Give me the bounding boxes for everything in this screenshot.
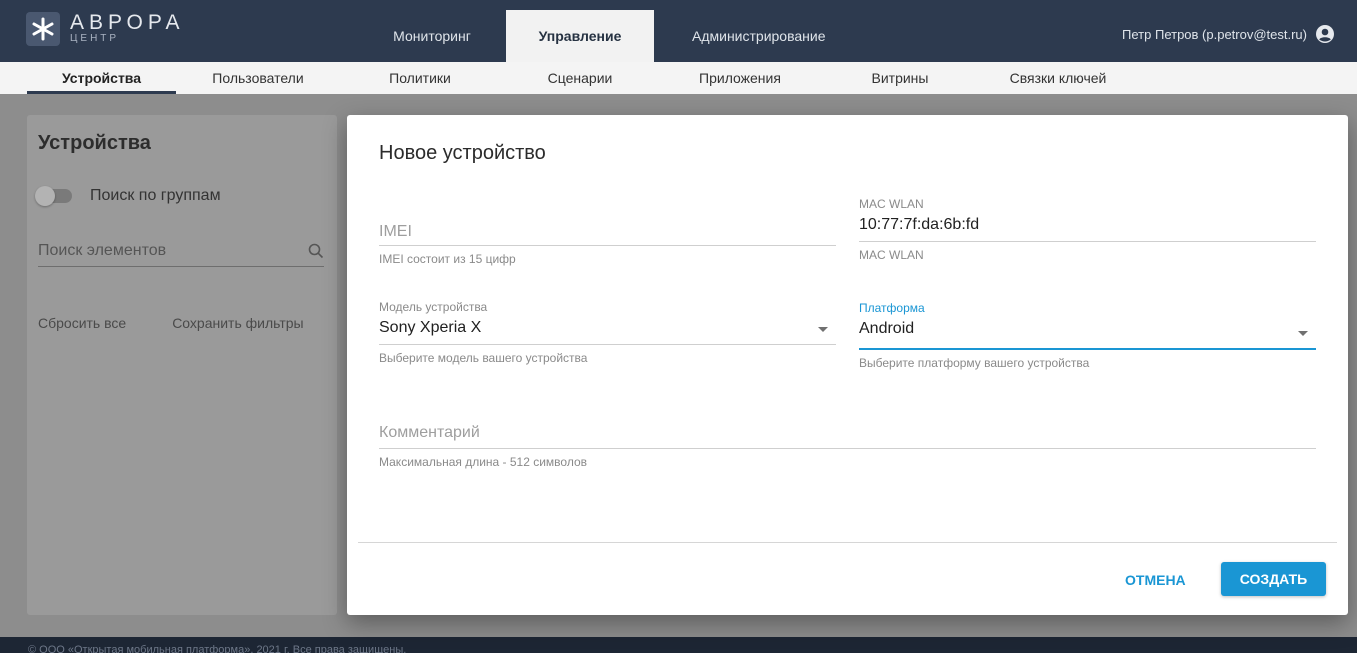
main-tabs: Мониторинг Управление Администрирование [358,10,846,62]
mac-wlan-label: MAC WLAN [859,197,924,211]
imei-field[interactable]: IMEI IMEI состоит из 15 цифр [379,219,836,266]
subnav-applications[interactable]: Приложения [670,62,810,94]
dialog-title: Новое устройство [379,142,546,164]
subnav-scenarios[interactable]: Сценарии [510,62,650,94]
comment-placeholder: Комментарий [379,424,480,441]
cancel-button[interactable]: ОТМЕНА [1117,564,1194,596]
group-search-toggle[interactable]: Поиск по группам [35,186,221,206]
search-input[interactable]: Поиск элементов [38,235,324,267]
footer: © ООО «Открытая мобильная платформа», 20… [0,637,1357,653]
device-model-hint: Выберите модель вашего устройства [379,351,588,365]
logo-subtitle: ЦЕНТР [70,33,120,44]
platform-hint: Выберите платформу вашего устройства [859,356,1090,370]
chevron-down-icon [1298,331,1308,336]
subnav-showcases[interactable]: Витрины [830,62,970,94]
platform-select[interactable]: Платформа Android Выберите платформу ваш… [859,301,1316,370]
user-name: Петр Петров (p.petrov@test.ru) [1122,26,1307,42]
logo-title: АВРОРА [70,11,185,34]
search-icon [308,243,324,258]
save-filters-button[interactable]: Сохранить фильтры [172,315,303,331]
subnav-users[interactable]: Пользователи [188,62,328,94]
tab-monitoring[interactable]: Мониторинг [358,10,506,62]
comment-field[interactable]: Комментарий Максимальная длина - 512 сим… [379,418,1316,469]
tab-management[interactable]: Управление [506,10,654,62]
search-placeholder: Поиск элементов [38,241,167,259]
imei-placeholder: IMEI [379,223,412,240]
platform-label: Платформа [859,301,925,315]
reset-all-button[interactable]: Сбросить все [38,315,126,331]
toggle-switch[interactable] [35,186,72,206]
device-model-label: Модель устройства [379,300,488,314]
create-button[interactable]: СОЗДАТЬ [1221,562,1326,596]
mac-wlan-field[interactable]: MAC WLAN 10:77:7f:da:6b:fd MAC WLAN [859,197,1316,262]
imei-hint: IMEI состоит из 15 цифр [379,252,516,266]
comment-hint: Максимальная длина - 512 символов [379,455,588,469]
mac-wlan-hint: MAC WLAN [859,248,924,262]
sub-navigation: Устройства Пользователи Политики Сценари… [0,62,1357,94]
panel-title: Устройства [38,132,151,154]
filters-panel: Устройства Поиск по группам Поиск элемен… [27,115,337,615]
toggle-label: Поиск по группам [90,187,221,204]
new-device-dialog: Новое устройство IMEI IMEI состоит из 15… [347,115,1348,615]
device-model-select[interactable]: Модель устройства Sony Xperia X Выберите… [379,300,836,365]
account-icon [1316,25,1334,43]
device-model-value: Sony Xperia X [379,319,482,336]
subnav-keychains[interactable]: Связки ключей [988,62,1128,94]
tab-administration[interactable]: Администрирование [654,10,846,62]
dialog-divider [358,542,1337,543]
logo[interactable]: АВРОРА ЦЕНТР [26,12,185,46]
chevron-down-icon [818,327,828,332]
user-menu[interactable]: Петр Петров (p.petrov@test.ru) [1122,24,1335,44]
top-bar: АВРОРА ЦЕНТР Мониторинг Управление Админ… [0,0,1357,62]
platform-value: Android [859,320,915,337]
aurora-logo-icon [26,12,60,46]
mac-wlan-value: 10:77:7f:da:6b:fd [859,216,980,233]
subnav-policies[interactable]: Политики [350,62,490,94]
subnav-devices[interactable]: Устройства [27,62,176,94]
